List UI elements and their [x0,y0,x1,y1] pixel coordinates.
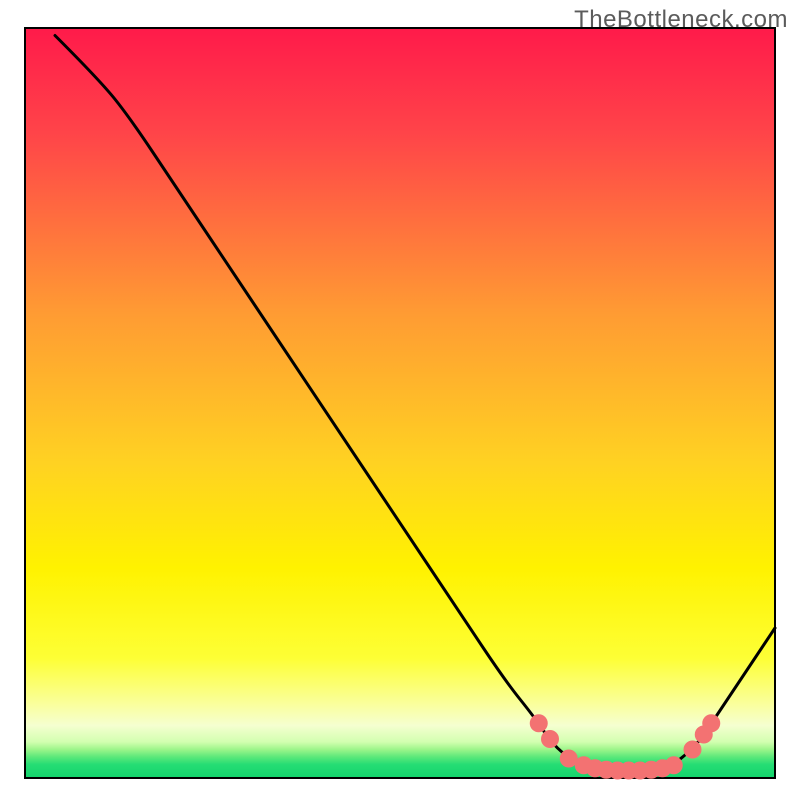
curve-marker [530,714,548,732]
curve-marker [702,714,720,732]
curve-marker [665,756,683,774]
plot-background [25,28,775,778]
curve-marker [684,741,702,759]
bottleneck-chart [0,0,800,800]
watermark-text: TheBottleneck.com [574,6,788,34]
curve-marker [541,730,559,748]
